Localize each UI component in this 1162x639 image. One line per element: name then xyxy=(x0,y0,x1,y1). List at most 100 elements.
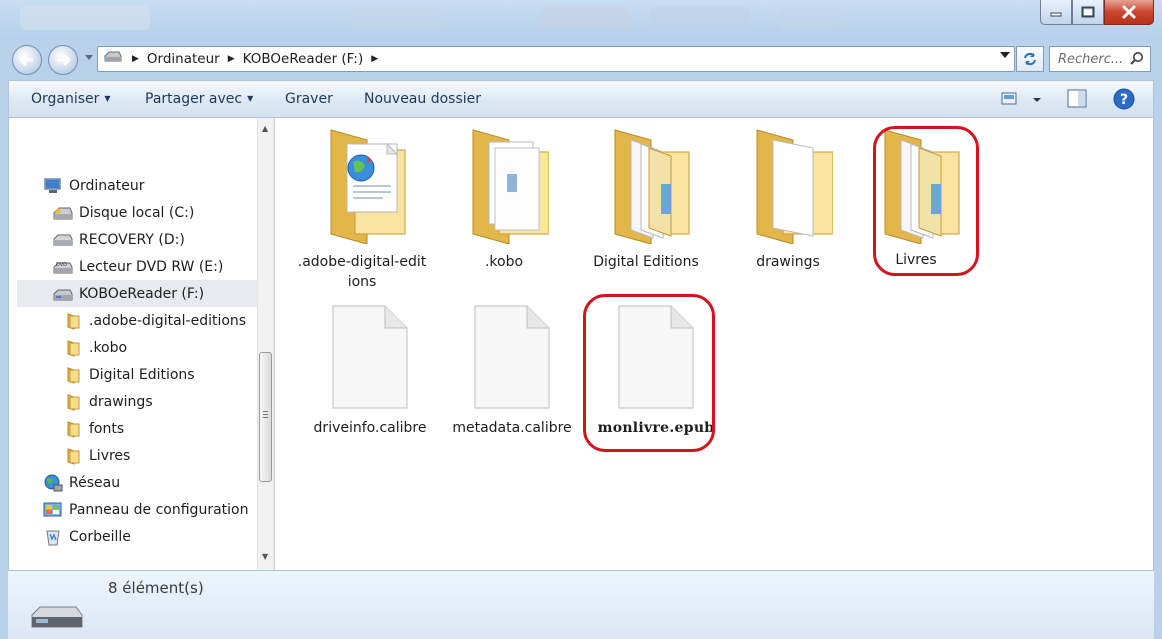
sidebar-label: RECOVERY (D:) xyxy=(79,231,185,248)
address-separator[interactable]: ▶ xyxy=(369,54,380,64)
address-bar[interactable]: ▶ Ordinateur ▶ KOBOeReader (F:) ▶ xyxy=(97,46,1015,72)
file-label: metadata.calibre xyxy=(452,420,572,436)
sidebar-item-drive-f[interactable]: KOBOeReader (F:) xyxy=(17,280,257,307)
removable-drive-icon xyxy=(53,285,73,303)
navigation-pane: Ordinateur Disque local (C:) RECOVERY (D… xyxy=(9,118,257,570)
background-blur xyxy=(20,6,150,30)
sidebar-item-folder[interactable]: Digital Editions xyxy=(63,361,195,388)
address-separator[interactable]: ▶ xyxy=(130,54,141,64)
background-blur xyxy=(650,6,750,30)
sidebar-item-drive-c[interactable]: Disque local (C:) xyxy=(53,199,194,226)
recent-pages-dropdown[interactable] xyxy=(82,51,96,65)
help-icon: ? xyxy=(1113,88,1135,110)
view-options-icon xyxy=(1001,92,1041,105)
forward-button[interactable] xyxy=(48,45,78,75)
folder-item[interactable]: .adobe-digital-editions xyxy=(297,126,427,292)
chevron-down-icon: ▼ xyxy=(247,94,254,103)
sidebar-label: .adobe-digital-editions xyxy=(89,312,247,329)
navigation-scrollbar[interactable]: ▲ ▼ xyxy=(257,118,274,570)
window-controls xyxy=(1040,0,1154,25)
folder-item[interactable]: drawings xyxy=(723,126,853,272)
breadcrumb-kobo-drive[interactable]: KOBOeReader (F:) xyxy=(237,51,370,67)
scroll-up-arrow[interactable]: ▲ xyxy=(262,124,268,133)
share-menu[interactable]: Partager avec ▼ xyxy=(145,91,253,107)
breadcrumb-computer[interactable]: Ordinateur xyxy=(141,51,226,67)
sidebar-item-control-panel[interactable]: Panneau de configuration xyxy=(43,496,248,523)
sidebar-label: Disque local (C:) xyxy=(79,204,195,221)
file-item[interactable]: driveinfo.calibre xyxy=(305,302,435,438)
folder-with-globe-icon xyxy=(330,129,406,245)
details-pane: 8 élément(s) xyxy=(8,570,1154,639)
file-list: .adobe-digital-editions .kobo Digital Ed… xyxy=(275,118,1153,570)
folder-icon xyxy=(63,393,83,411)
sidebar-item-folder[interactable]: .adobe-digital-editions xyxy=(63,307,246,334)
file-label: drawings xyxy=(756,254,820,270)
navigation-row: ▶ Ordinateur ▶ KOBOeReader (F:) ▶ xyxy=(0,40,1162,76)
change-view-button[interactable] xyxy=(1001,89,1045,113)
search-input[interactable] xyxy=(1058,51,1128,67)
search-icon[interactable] xyxy=(1130,51,1144,69)
blank-area xyxy=(33,122,167,168)
removable-drive-icon xyxy=(30,603,84,635)
highlight-circle xyxy=(873,126,979,276)
back-button[interactable] xyxy=(12,45,42,75)
network-globe-icon xyxy=(43,474,63,492)
sidebar-label: fonts xyxy=(89,420,125,437)
sidebar-item-folder[interactable]: Livres xyxy=(63,442,130,469)
search-box xyxy=(1049,46,1151,72)
sidebar-label: Livres xyxy=(89,447,131,464)
address-dropdown[interactable] xyxy=(1000,51,1010,62)
explorer-frame: Ordinateur Disque local (C:) RECOVERY (D… xyxy=(8,118,1154,570)
forward-arrow-icon xyxy=(57,53,71,67)
folder-icon xyxy=(63,447,83,465)
scroll-grip xyxy=(263,414,268,415)
sidebar-item-folder[interactable]: drawings xyxy=(63,388,153,415)
sidebar-item-folder[interactable]: .kobo xyxy=(63,334,127,361)
sidebar-label: Ordinateur xyxy=(69,177,145,194)
sidebar-item-computer[interactable]: Ordinateur xyxy=(43,172,145,199)
svg-text:DVD: DVD xyxy=(56,262,67,268)
file-item[interactable]: metadata.calibre xyxy=(447,302,577,438)
blank-file-icon xyxy=(332,305,408,409)
preview-pane-button[interactable] xyxy=(1067,89,1087,113)
refresh-button[interactable] xyxy=(1016,46,1044,72)
help-button[interactable]: ? xyxy=(1113,88,1135,114)
sidebar-item-network[interactable]: Réseau xyxy=(43,469,120,496)
preview-pane-icon xyxy=(1067,89,1087,108)
computer-icon xyxy=(43,177,63,195)
file-label: Digital Editions xyxy=(593,254,699,270)
sidebar-label: Lecteur DVD RW (E:) xyxy=(79,258,224,275)
background-blur xyxy=(350,6,440,30)
sidebar-item-folder[interactable]: fonts xyxy=(63,415,124,442)
burn-button[interactable]: Graver xyxy=(285,91,333,107)
close-icon xyxy=(1122,5,1136,19)
command-bar: Organiser ▼ Partager avec ▼ Graver Nouveau… xyxy=(8,80,1154,118)
sidebar-label: .kobo xyxy=(89,339,128,356)
recycle-bin-icon xyxy=(43,528,63,546)
folder-with-files-icon xyxy=(614,129,690,245)
organize-menu[interactable]: Organiser ▼ xyxy=(31,91,111,107)
address-separator[interactable]: ▶ xyxy=(226,54,237,64)
maximize-button[interactable] xyxy=(1072,0,1104,25)
scroll-thumb[interactable] xyxy=(259,352,272,482)
folder-icon xyxy=(63,420,83,438)
sidebar-item-drive-e[interactable]: DVD Lecteur DVD RW (E:) xyxy=(53,253,223,280)
sidebar-item-drive-d[interactable]: RECOVERY (D:) xyxy=(53,226,185,253)
minimize-button[interactable] xyxy=(1040,0,1072,25)
blank-file-icon xyxy=(474,305,550,409)
maximize-icon xyxy=(1081,6,1095,18)
sidebar-label: KOBOeReader (F:) xyxy=(79,285,205,302)
folder-with-documents-icon xyxy=(472,129,550,245)
folder-item[interactable]: .kobo xyxy=(439,126,569,272)
new-folder-button[interactable]: Nouveau dossier xyxy=(364,91,481,107)
file-label: .kobo xyxy=(484,254,524,270)
sidebar-item-recycle-bin[interactable]: Corbeille xyxy=(43,523,131,550)
scroll-down-arrow[interactable]: ▼ xyxy=(262,552,268,561)
drive-icon xyxy=(104,51,122,67)
folder-item[interactable]: Digital Editions xyxy=(581,126,711,272)
close-button[interactable] xyxy=(1104,0,1154,25)
sidebar-label: Réseau xyxy=(69,474,121,491)
sidebar-label: Panneau de configuration xyxy=(69,501,249,518)
minimize-icon xyxy=(1050,12,1062,17)
file-label: .adobe-digital-editions xyxy=(297,254,427,290)
